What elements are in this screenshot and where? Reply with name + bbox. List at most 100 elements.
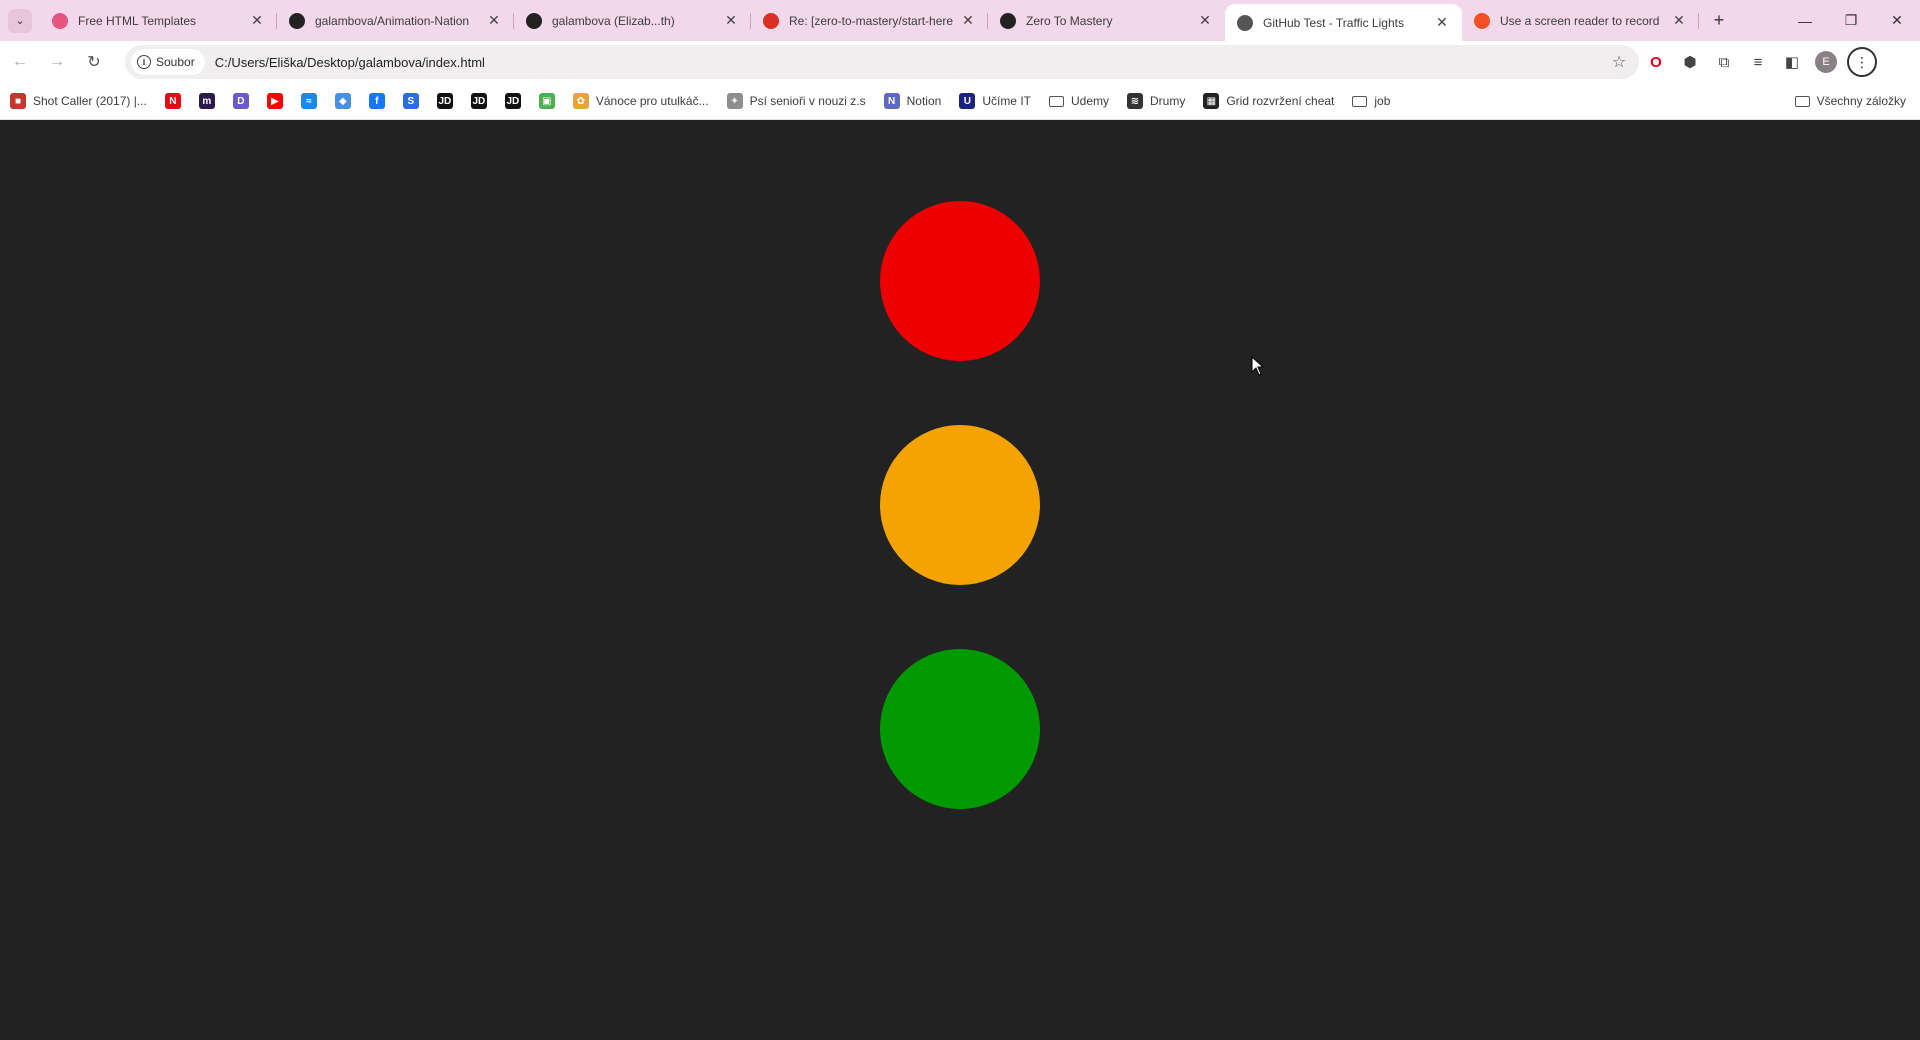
bookmark-item[interactable]: D: [232, 93, 249, 109]
bookmark-label: job: [1374, 94, 1391, 108]
bookmark-favicon-icon: ◆: [334, 93, 351, 109]
bookmark-favicon-icon: ▣: [538, 93, 555, 109]
bookmark-favicon-icon: ✿: [572, 93, 589, 109]
minimize-button[interactable]: —: [1782, 0, 1828, 41]
bookmark-favicon-icon: JD: [504, 93, 521, 109]
tab-title: GitHub Test - Traffic Lights: [1263, 15, 1404, 30]
site-info-label: Soubor: [156, 55, 195, 69]
bookmark-favicon-icon: ■: [10, 93, 26, 109]
shield-extension-icon[interactable]: ⬢: [1673, 45, 1707, 79]
profile-button[interactable]: E: [1809, 45, 1843, 79]
tab-favicon-icon: [1000, 12, 1016, 29]
bookmark-label: Psí senioři v nouzi z.s: [749, 94, 866, 108]
bookmark-favicon-icon: S: [402, 93, 419, 109]
tab-title: galambova/Animation-Nation: [315, 13, 470, 28]
bookmark-item[interactable]: f: [368, 93, 385, 109]
bookmark-favicon-icon: JD: [470, 93, 487, 109]
forward-button[interactable]: →: [40, 45, 74, 79]
bookmark-favicon-icon: JD: [436, 93, 453, 109]
tab-title: galambova (Elizab...th): [552, 13, 675, 28]
bookmark-item[interactable]: N: [164, 93, 181, 109]
bookmark-item[interactable]: ✦ Psí senioři v nouzi z.s: [726, 93, 866, 109]
chevron-down-icon: ⌄: [8, 8, 32, 33]
bookmark-item[interactable]: ▶: [266, 93, 283, 109]
tab[interactable]: Re: [zero-to-mastery/start-here ✕: [751, 4, 988, 37]
back-button[interactable]: ←: [3, 45, 37, 79]
all-bookmarks-label: Všechny záložky: [1816, 94, 1906, 108]
tab[interactable]: galambova/Animation-Nation ✕: [277, 4, 514, 37]
tab-favicon-icon: [52, 12, 68, 29]
bookmark-item[interactable]: m: [198, 93, 215, 109]
bookmark-favicon-icon: N: [164, 93, 181, 109]
tab[interactable]: galambova (Elizab...th) ✕: [514, 4, 751, 37]
site-info-chip[interactable]: i Soubor: [131, 49, 205, 75]
bookmark-item[interactable]: S: [402, 93, 419, 109]
red-light: [880, 201, 1040, 361]
folder-icon: [1352, 95, 1368, 107]
bookmark-item[interactable]: ▣: [538, 93, 555, 109]
tab-close-icon[interactable]: ✕: [1669, 11, 1689, 31]
all-bookmarks-folder[interactable]: Všechny záložky: [1794, 94, 1906, 108]
bookmark-item[interactable]: ✿ Vánoce pro utulkáč...: [572, 93, 709, 109]
tab-title: Use a screen reader to record: [1500, 13, 1660, 28]
bookmark-item[interactable]: JD: [436, 93, 453, 109]
green-light: [880, 649, 1040, 809]
page-content: [0, 121, 1920, 1040]
bookmark-item[interactable]: ■ Shot Caller (2017) |...: [10, 93, 147, 109]
bookmark-favicon-icon: m: [198, 93, 215, 109]
tab-favicon-icon: [526, 12, 542, 29]
bookmark-item[interactable]: U Učíme IT: [959, 93, 1031, 109]
bookmark-item[interactable]: ≈: [300, 93, 317, 109]
side-panel-icon[interactable]: ◧: [1775, 45, 1809, 79]
bookmark-favicon-icon: ≋: [1127, 93, 1143, 109]
tab-search-button[interactable]: ⌄: [0, 0, 40, 41]
extensions-puzzle-icon[interactable]: ⧉: [1707, 45, 1741, 79]
bookmark-item[interactable]: N Notion: [883, 93, 942, 109]
tab-close-icon[interactable]: ✕: [721, 11, 741, 31]
tab[interactable]: GitHub Test - Traffic Lights ✕: [1225, 4, 1462, 41]
bookmark-favicon-icon: f: [368, 93, 385, 109]
folder-icon: [1794, 95, 1810, 107]
bookmark-item[interactable]: ▦ Grid rozvržení cheat: [1203, 93, 1334, 109]
bookmark-favicon-icon: N: [883, 93, 900, 109]
bookmark-label: Notion: [906, 94, 942, 108]
tab-title: Re: [zero-to-mastery/start-here: [789, 13, 954, 28]
media-controls-icon[interactable]: ≡: [1741, 45, 1775, 79]
tab-close-icon[interactable]: ✕: [958, 11, 978, 31]
bookmark-favicon-icon: ▶: [266, 93, 283, 109]
tab-favicon-icon: [1474, 12, 1490, 29]
tab[interactable]: Free HTML Templates ✕: [40, 4, 277, 37]
bookmark-item[interactable]: ≋ Drumy: [1127, 93, 1185, 109]
tab-separator: [1698, 13, 1699, 29]
tab-favicon-icon: [763, 12, 779, 29]
opera-extension-icon[interactable]: O: [1639, 45, 1673, 79]
new-tab-button[interactable]: +: [1703, 5, 1735, 37]
tab-favicon-icon: [1237, 14, 1253, 31]
tab-strip: ⌄ Free HTML Templates ✕ galambova/Animatio…: [0, 0, 1920, 41]
bookmark-favicon-icon: ▦: [1203, 93, 1220, 109]
bookmark-item[interactable]: Udemy: [1048, 94, 1109, 108]
reload-button[interactable]: ↻: [77, 45, 111, 79]
bookmark-item[interactable]: job: [1352, 94, 1390, 108]
avatar: E: [1815, 51, 1837, 73]
tab-close-icon[interactable]: ✕: [1195, 11, 1215, 31]
address-bar[interactable]: i Soubor C:/Users/Eliška/Desktop/galambo…: [125, 45, 1639, 79]
bookmark-item[interactable]: JD: [504, 93, 521, 109]
bookmark-label: Vánoce pro utulkáč...: [595, 94, 709, 108]
tab[interactable]: Zero To Mastery ✕: [988, 4, 1225, 37]
tab-close-icon[interactable]: ✕: [247, 11, 267, 31]
tab-close-icon[interactable]: ✕: [484, 11, 504, 31]
bookmark-label: Drumy: [1150, 94, 1186, 108]
bookmark-star-icon[interactable]: ☆: [1607, 52, 1631, 72]
browser-menu-button[interactable]: ⋮: [1847, 47, 1877, 77]
tab-close-icon[interactable]: ✕: [1432, 13, 1452, 33]
bookmark-label: Grid rozvržení cheat: [1226, 94, 1335, 108]
restore-button[interactable]: ❐: [1828, 0, 1874, 41]
bookmark-item[interactable]: JD: [470, 93, 487, 109]
bookmark-label: Učíme IT: [982, 94, 1031, 108]
bookmark-label: Udemy: [1070, 94, 1109, 108]
close-window-button[interactable]: ✕: [1874, 0, 1920, 41]
url-text[interactable]: C:/Users/Eliška/Desktop/galambova/index.…: [215, 55, 1607, 70]
bookmark-item[interactable]: ◆: [334, 93, 351, 109]
tab[interactable]: Use a screen reader to record ✕: [1462, 4, 1699, 37]
